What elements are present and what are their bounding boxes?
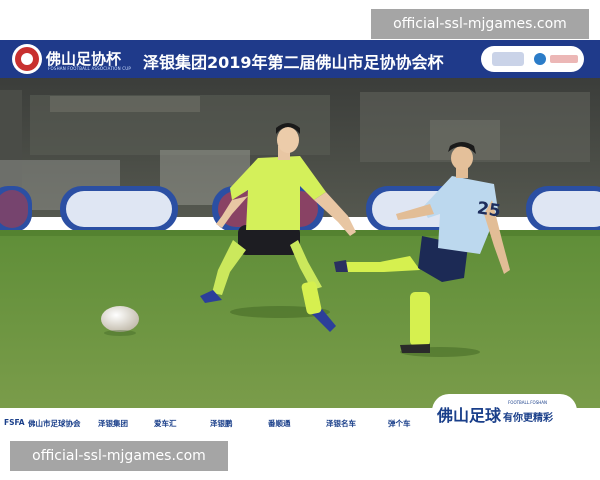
sponsor-dangeche: 弹个车 <box>388 419 411 428</box>
jersey-number: 25 <box>475 198 502 222</box>
sponsor-fanshuntong: 番顺通 <box>268 419 291 428</box>
sponsor-zeyinpeng: 泽银鹏 <box>210 419 233 428</box>
football <box>101 306 139 332</box>
sponsor-aichehui: 爱车汇 <box>154 419 177 428</box>
sponsor-fsfa: FSFA <box>4 418 25 427</box>
foshan-football-brand-small: FOOTBALL.FOSHAN <box>508 400 547 405</box>
sponsor-zeyin-cars: 泽银名车 <box>326 419 356 428</box>
sponsor-zeyin-group: 泽银集团 <box>98 419 128 428</box>
banner-logo-subtext: FOSHAN FOOTBALL ASSOCIATION CUP <box>48 66 131 71</box>
watermark-bottom: official-ssl-mjgames.com <box>10 441 228 471</box>
banner-title: 泽银集团2019年第二届佛山市足协协会杯 <box>143 53 444 72</box>
watermark-top: official-ssl-mjgames.com <box>371 9 589 39</box>
sponsor-foshan-fa: 佛山市足球协会 <box>28 419 81 428</box>
foshan-football-brand: 佛山足球 有你更精彩 <box>437 406 554 425</box>
